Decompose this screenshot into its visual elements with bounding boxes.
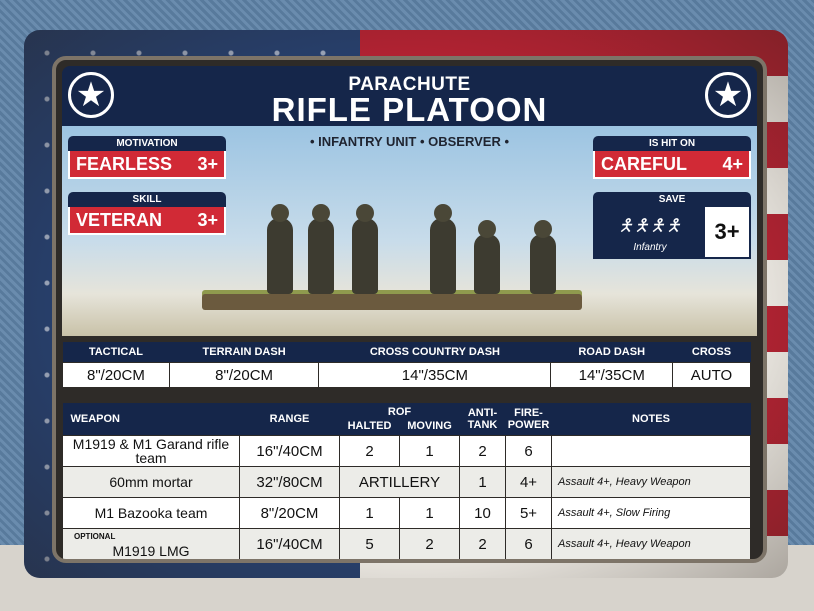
movement-value: 14"/35CM [550,362,673,388]
weapon-firepower: 6 [505,528,552,559]
is-hit-on-value: CAREFUL [601,154,687,174]
weapon-name: 60mm mortar [62,466,240,498]
weapon-anti-tank: 2 [459,528,506,559]
anti-tank-header: ANTI-TANK [459,403,506,436]
save-value: 3+ [714,219,740,244]
movement-header: CROSS [672,342,751,363]
halted-header: HALTED [339,419,400,436]
movement-value: 8"/20CM [168,362,320,388]
weapon-rof-halted: 5 [339,528,400,559]
weapon-name: M1919 LMG [112,543,190,559]
save-label: SAVE [593,192,751,207]
weapon-rof-halted: 1 [339,497,400,529]
notes-header: NOTES [551,403,751,436]
weapon-name: M1919 & M1 Garand rifle team [62,435,240,467]
weapons-table: WEAPON RANGE ROF ANTI-TANK FIRE-POWER NO… [62,403,751,559]
card-frame: ★ PARACHUTE RIFLE PLATOON ★ • INFANTRY U… [52,56,767,563]
movement-header: CROSS COUNTRY DASH [318,342,551,363]
motivation-value: FEARLESS [76,154,173,174]
weapon-notes: Assault 4+, Heavy Weapon [551,466,751,498]
infantry-silhouette-icon: 🯅🯅🯅🯅 Infantry [595,207,705,257]
miniature-base [202,294,582,310]
movement-table: TACTICAL TERRAIN DASH CROSS COUNTRY DASH… [62,342,752,388]
weapon-rof-moving: 2 [399,528,460,559]
weapon-rof-moving: 1 [399,435,460,467]
weapon-notes [551,435,751,467]
movement-value: AUTO [671,362,752,388]
table-row: 60mm mortar 32"/80CM ARTILLERY 1 4+ Assa… [62,466,751,498]
skill-rating: 3+ [197,210,218,230]
movement-value: 14"/35CM [318,362,552,388]
weapon-name: M1 Bazooka team [62,497,240,529]
table-row: M1 Bazooka team 8"/20CM 1 1 10 5+ Assaul… [62,497,751,529]
soldier-figure [430,204,456,294]
movement-header: ROAD DASH [550,342,673,363]
weapon-anti-tank: 10 [459,497,506,529]
weapon-range: 16"/40CM [239,435,340,467]
is-hit-on-rating: 4+ [722,154,743,174]
table-row: M1919 & M1 Garand rifle team 16"/40CM 2 … [62,435,751,467]
soldier-figure [267,204,293,294]
weapon-range: 16"/40CM [239,528,340,559]
soldier-figure [530,220,556,294]
weapon-rof-halted: 2 [339,435,400,467]
unit-card: ★ PARACHUTE RIFLE PLATOON ★ • INFANTRY U… [24,30,788,578]
save-icon-label: Infantry [633,242,667,253]
soldier-figure [474,220,500,294]
weapon-rof-moving: 1 [399,497,460,529]
movement-value: 8"/20CM [62,362,170,388]
weapon-notes: Assault 4+, Slow Firing [551,497,751,529]
soldier-figure [308,204,334,294]
weapon-cell: OPTIONAL M1919 LMG [62,528,240,559]
weapon-firepower: 6 [505,435,552,467]
weapon-header: WEAPON [62,403,240,436]
card-header: ★ PARACHUTE RIFLE PLATOON ★ [62,66,757,128]
weapon-anti-tank: 1 [459,466,506,498]
firepower-header: FIRE-POWER [505,403,552,436]
is-hit-on-label: IS HIT ON [593,136,751,151]
moving-header: MOVING [399,419,460,436]
weapon-anti-tank: 2 [459,435,506,467]
weapon-range: 8"/20CM [239,497,340,529]
table-row: OPTIONAL M1919 LMG 16"/40CM 5 2 2 6 Assa… [62,528,751,559]
skill-stat: SKILL VETERAN 3+ [68,192,226,235]
skill-value: VETERAN [76,210,163,230]
weapon-firepower: 5+ [505,497,552,529]
movement-header: TACTICAL [62,342,170,363]
star-roundel-icon: ★ [705,72,751,118]
soldier-figure [352,204,378,294]
weapon-artillery: ARTILLERY [339,466,460,498]
save-stat: SAVE 🯅🯅🯅🯅 Infantry 3+ [593,192,751,259]
range-header: RANGE [239,403,340,436]
optional-tag: OPTIONAL [74,532,116,541]
motivation-stat: MOTIVATION FEARLESS 3+ [68,136,226,179]
is-hit-on-stat: IS HIT ON CAREFUL 4+ [593,136,751,179]
skill-label: SKILL [68,192,226,207]
rof-header: ROF [339,403,460,419]
weapon-firepower: 4+ [505,466,552,498]
motivation-rating: 3+ [197,154,218,174]
miniatures-photo: • INFANTRY UNIT • OBSERVER • MOTIVATION … [62,126,757,336]
card-title: RIFLE PLATOON [271,91,548,128]
motivation-label: MOTIVATION [68,136,226,151]
weapon-range: 32"/80CM [239,466,340,498]
weapon-notes: Assault 4+, Heavy Weapon [551,528,751,559]
movement-header: TERRAIN DASH [169,342,319,363]
